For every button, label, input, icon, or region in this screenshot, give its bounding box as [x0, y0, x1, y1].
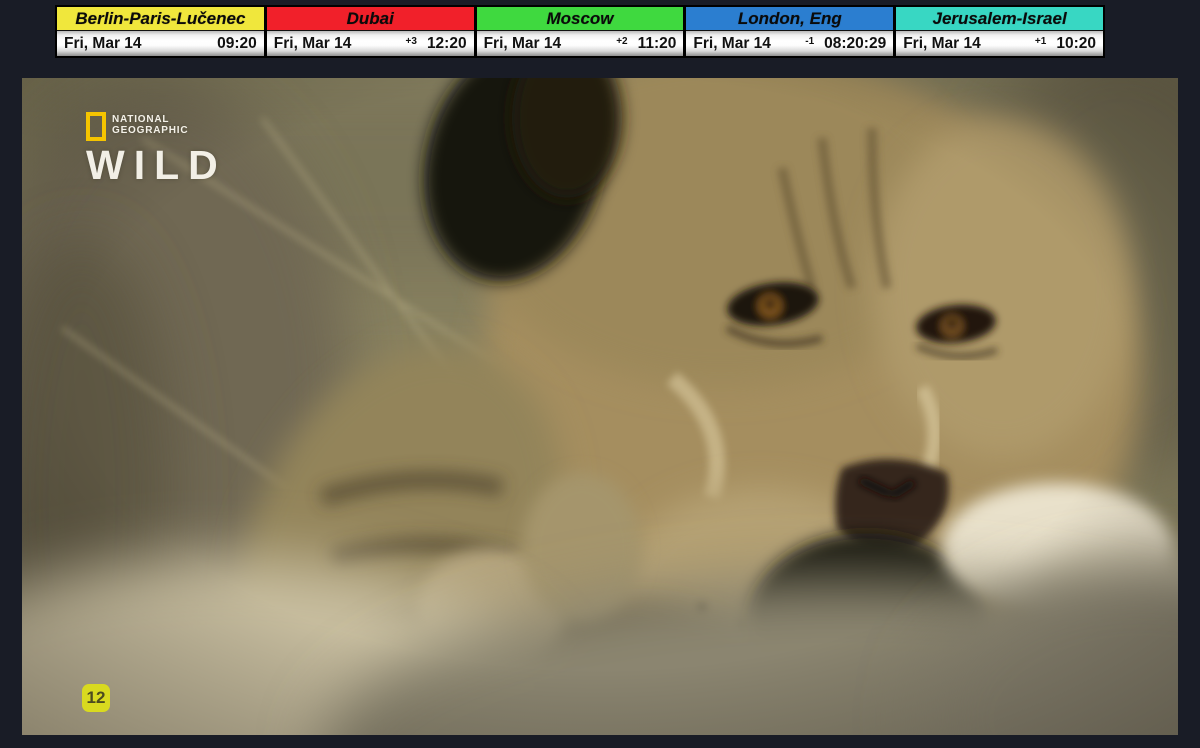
clock-utc-offset: +3: [406, 36, 417, 47]
clock-dubai[interactable]: Dubai Fri, Mar 14 +3 12:20: [267, 7, 477, 56]
clock-date: Fri, Mar 14: [484, 35, 617, 53]
channel-wordmark: WILD: [86, 145, 227, 185]
clock-datetime-row: Fri, Mar 14 +3 12:20: [267, 31, 474, 56]
clock-city-label: London, Eng: [686, 7, 893, 31]
channel-logo: NATIONAL GEOGRAPHIC WILD: [86, 111, 227, 185]
clock-datetime-row: Fri, Mar 14 09:20: [57, 31, 264, 56]
clock-london[interactable]: London, Eng Fri, Mar 14 -1 08:20:29: [686, 7, 896, 56]
clock-moscow[interactable]: Moscow Fri, Mar 14 +2 11:20: [477, 7, 687, 56]
world-clock-bar: Berlin-Paris-Lučenec Fri, Mar 14 09:20 D…: [55, 5, 1105, 58]
clock-jerusalem[interactable]: Jerusalem-Israel Fri, Mar 14 +1 10:20: [896, 7, 1103, 56]
clock-city-label: Moscow: [477, 7, 684, 31]
clock-utc-offset: +2: [616, 36, 627, 47]
clock-datetime-row: Fri, Mar 14 +2 11:20: [477, 31, 684, 56]
natgeo-frame-icon: [86, 112, 106, 141]
clock-city-label: Dubai: [267, 7, 474, 31]
clock-datetime-row: Fri, Mar 14 -1 08:20:29: [686, 31, 893, 56]
clock-date: Fri, Mar 14: [64, 35, 207, 53]
clock-date: Fri, Mar 14: [903, 35, 1035, 53]
channel-logo-line1: NATIONAL: [112, 114, 188, 125]
video-player[interactable]: NATIONAL GEOGRAPHIC WILD 12: [22, 78, 1178, 735]
clock-time: 10:20: [1056, 35, 1096, 53]
channel-logo-line2: GEOGRAPHIC: [112, 125, 188, 136]
clock-city-label: Berlin-Paris-Lučenec: [57, 7, 264, 31]
clock-city-label: Jerusalem-Israel: [896, 7, 1103, 31]
clock-time: 12:20: [427, 35, 467, 53]
clock-datetime-row: Fri, Mar 14 +1 10:20: [896, 31, 1103, 56]
clock-berlin-paris-lucenec[interactable]: Berlin-Paris-Lučenec Fri, Mar 14 09:20: [57, 7, 267, 56]
clock-time: 11:20: [638, 35, 677, 53]
clock-utc-offset: -1: [805, 36, 814, 47]
clock-time: 09:20: [217, 35, 257, 53]
clock-time: 08:20:29: [824, 35, 886, 53]
clock-date: Fri, Mar 14: [693, 35, 805, 53]
age-rating-badge: 12: [82, 684, 110, 712]
clock-utc-offset: +1: [1035, 36, 1046, 47]
clock-date: Fri, Mar 14: [274, 35, 406, 53]
